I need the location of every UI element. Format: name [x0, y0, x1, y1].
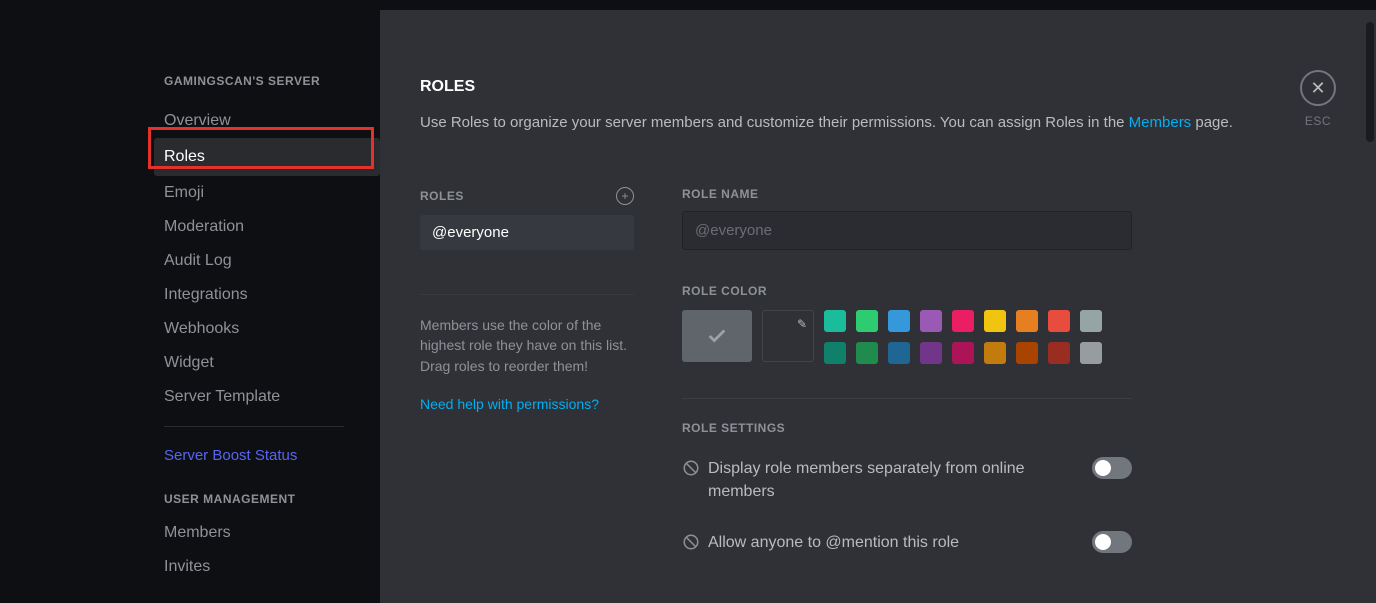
role-edit-column: ROLE NAME ROLE COLOR ✎ ROLE [682, 187, 1132, 583]
content-panel: ✕ ESC ROLES Use Roles to organize your s… [380, 10, 1376, 603]
setting-allow-mention-toggle[interactable] [1092, 531, 1132, 553]
roles-list-column: ROLES + @everyone Members use the color … [420, 187, 634, 583]
section-divider [682, 398, 1132, 399]
default-color-swatch[interactable] [682, 310, 752, 362]
sidebar-item-moderation[interactable]: Moderation [164, 210, 380, 244]
color-swatch-2[interactable] [888, 310, 910, 332]
sidebar-item-integrations[interactable]: Integrations [164, 278, 380, 312]
setting-display-separately-label: Display role members separately from onl… [708, 457, 1068, 503]
color-swatch-4[interactable] [952, 310, 974, 332]
role-item-everyone[interactable]: @everyone [420, 215, 634, 250]
sidebar-item-webhooks[interactable]: Webhooks [164, 312, 380, 346]
window-titlebar [0, 0, 1376, 10]
page-description: Use Roles to organize your server member… [420, 112, 1328, 133]
sidebar-item-members[interactable]: Members [164, 516, 380, 550]
color-swatch-5[interactable] [984, 310, 1006, 332]
add-role-button[interactable]: + [616, 187, 634, 205]
role-name-input[interactable] [682, 211, 1132, 250]
color-swatch-10[interactable] [856, 342, 878, 364]
color-grid [824, 310, 1102, 364]
sidebar-section-header-user-mgmt: USER MANAGEMENT [164, 492, 380, 506]
close-icon: ✕ [1310, 78, 1325, 99]
prohibit-icon [682, 533, 700, 551]
permissions-help-link[interactable]: Need help with permissions? [420, 396, 599, 412]
sidebar-item-widget[interactable]: Widget [164, 346, 380, 380]
eyedropper-icon: ✎ [797, 317, 807, 331]
color-swatch-6[interactable] [1016, 310, 1038, 332]
prohibit-icon [682, 459, 700, 477]
color-swatch-11[interactable] [888, 342, 910, 364]
sidebar-item-emoji[interactable]: Emoji [164, 176, 380, 210]
roles-help-text: Members use the color of the highest rol… [420, 294, 634, 376]
check-icon [706, 325, 728, 347]
sidebar-item-roles[interactable]: Roles [154, 138, 380, 176]
close-label: ESC [1300, 114, 1336, 128]
roles-list-label: ROLES [420, 189, 464, 203]
color-swatch-7[interactable] [1048, 310, 1070, 332]
scrollbar[interactable] [1366, 22, 1374, 142]
members-link[interactable]: Members [1129, 114, 1192, 131]
close-button[interactable]: ✕ [1300, 70, 1336, 106]
color-swatch-17[interactable] [1080, 342, 1102, 364]
sidebar-item-invites[interactable]: Invites [164, 550, 380, 584]
color-swatch-15[interactable] [1016, 342, 1038, 364]
page-title: ROLES [420, 78, 1328, 96]
sidebar-boost-status[interactable]: Server Boost Status [164, 439, 380, 472]
setting-display-separately-toggle[interactable] [1092, 457, 1132, 479]
color-swatch-9[interactable] [824, 342, 846, 364]
color-swatch-12[interactable] [920, 342, 942, 364]
setting-display-separately: Display role members separately from onl… [682, 457, 1132, 503]
role-name-label: ROLE NAME [682, 187, 1132, 201]
color-swatch-16[interactable] [1048, 342, 1070, 364]
page-description-pre: Use Roles to organize your server member… [420, 114, 1129, 131]
color-swatch-8[interactable] [1080, 310, 1102, 332]
settings-sidebar: GAMINGSCAN'S SERVER Overview Roles Emoji… [0, 10, 380, 603]
color-swatch-14[interactable] [984, 342, 1006, 364]
setting-allow-mention-label: Allow anyone to @mention this role [708, 531, 959, 554]
close-wrapper: ✕ ESC [1300, 70, 1336, 128]
color-swatch-0[interactable] [824, 310, 846, 332]
custom-color-swatch[interactable]: ✎ [762, 310, 814, 362]
color-swatch-3[interactable] [920, 310, 942, 332]
sidebar-item-audit-log[interactable]: Audit Log [164, 244, 380, 278]
setting-allow-mention: Allow anyone to @mention this role [682, 531, 1132, 554]
sidebar-section-header-server: GAMINGSCAN'S SERVER [164, 74, 380, 88]
role-color-label: ROLE COLOR [682, 284, 1132, 298]
color-swatch-1[interactable] [856, 310, 878, 332]
page-description-post: page. [1191, 114, 1233, 131]
color-swatch-13[interactable] [952, 342, 974, 364]
plus-icon: + [621, 189, 628, 203]
sidebar-item-server-template[interactable]: Server Template [164, 380, 380, 414]
role-settings-header: ROLE SETTINGS [682, 421, 1132, 435]
sidebar-item-overview[interactable]: Overview [164, 104, 380, 138]
sidebar-divider [164, 426, 344, 427]
